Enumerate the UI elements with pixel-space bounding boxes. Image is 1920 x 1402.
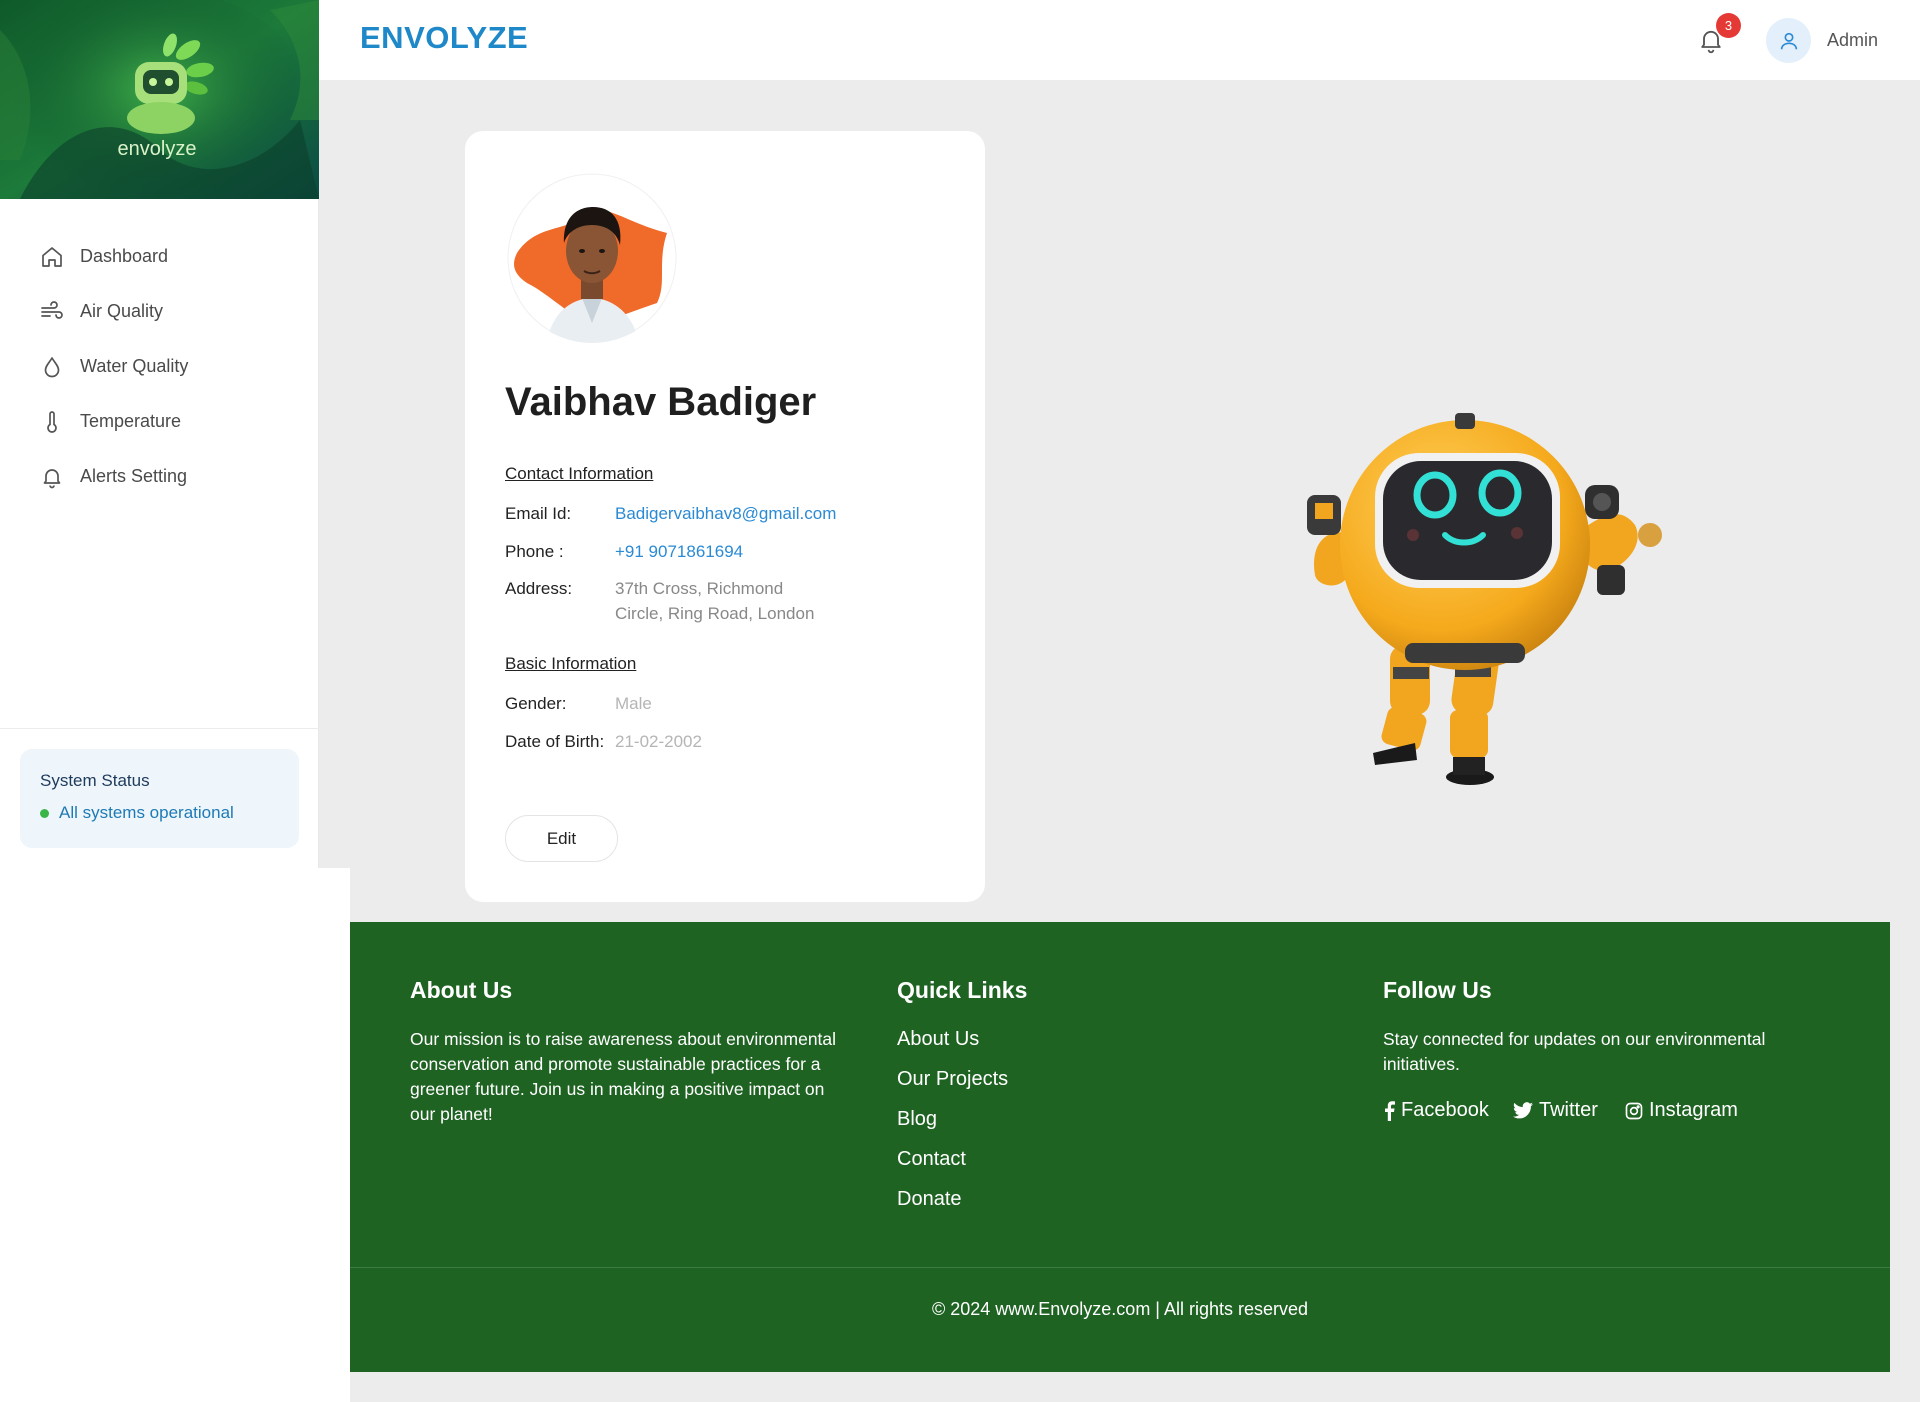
sidebar-nav: Dashboard Air Quality Water Quality Temp… [0,199,318,504]
sidebar-item-label: Alerts Setting [80,466,188,486]
email-label: Email Id: [505,504,572,523]
status-dot-icon [40,808,49,818]
brand-title[interactable]: ENVOLYZE [360,20,528,56]
footer-divider [350,1267,1890,1268]
copyright-text: © 2024 www.Envolyze.com | All rights res… [931,1299,1309,1319]
footer-link-contact[interactable]: Contact [897,1148,966,1171]
footer-about-heading: About Us [410,977,513,1003]
instagram-link[interactable]: Instagram [1625,1099,1738,1122]
profile-name: Vaibhav Badiger [505,380,817,424]
top-header: ENVOLYZE 3 Admin [319,0,1920,80]
sidebar-item-label: Dashboard [80,246,169,266]
facebook-icon [1385,1100,1395,1121]
footer-link-donate[interactable]: Donate [897,1188,962,1211]
sidebar-item-label: Air Quality [80,301,164,321]
instagram-label: Instagram [1649,1099,1738,1121]
sidebar-divider [0,728,319,729]
user-name[interactable]: Admin [1827,30,1878,51]
address-line-1: 37th Cross, Richmond [615,579,784,598]
sidebar: envolyze Dashboard Air Quality Water Qua… [0,0,319,868]
sidebar-item-temperature[interactable]: Temperature [0,394,318,449]
wind-icon [40,300,64,324]
gender-label: Gender: [505,694,567,713]
status-row: All systems operational [40,803,279,823]
gender-value: Male [615,694,652,713]
footer-link-blog[interactable]: Blog [897,1108,937,1131]
email-value[interactable]: Badigervaibhav8@gmail.com [615,501,836,526]
dob-value: 21-02-2002 [615,732,702,751]
footer-link-about-us[interactable]: About Us [897,1028,979,1051]
droplet-icon [40,355,64,379]
phone-value[interactable]: +91 9071861694 [615,539,743,564]
sidebar-item-alerts-setting[interactable]: Alerts Setting [0,449,318,504]
profile-card: Vaibhav Badiger Contact Information Emai… [465,131,985,902]
status-title: System Status [40,771,150,790]
thermometer-icon [40,410,64,434]
twitter-icon [1513,1102,1533,1119]
basic-info-heading: Basic Information [505,654,637,673]
address-label: Address: [505,579,573,598]
address-line-2: Circle, Ring Road, London [615,604,815,623]
dob-label: Date of Birth: [505,732,605,751]
sidebar-item-water-quality[interactable]: Water Quality [0,339,318,394]
facebook-label: Facebook [1401,1099,1489,1121]
phone-label: Phone : [505,542,564,561]
sidebar-item-label: Temperature [80,411,182,431]
twitter-link[interactable]: Twitter [1513,1099,1598,1122]
home-icon [40,245,64,269]
twitter-label: Twitter [1539,1099,1598,1121]
footer-follow-heading: Follow Us [1383,977,1492,1003]
footer-links-heading: Quick Links [897,977,1028,1003]
sidebar-item-label: Water Quality [80,356,189,376]
user-avatar[interactable] [1766,18,1811,63]
sidebar-background [0,868,350,1402]
envolyze-logo[interactable]: envolyze [0,0,319,199]
profile-photo [507,173,677,343]
bell-icon [40,465,64,489]
robot-illustration [1255,385,1675,795]
footer-link-our-projects[interactable]: Our Projects [897,1068,1008,1091]
footer-about-text: Our mission is to raise awareness about … [410,1029,837,1124]
system-status-card: System Status All systems operational [20,749,299,848]
sidebar-item-air-quality[interactable]: Air Quality [0,284,318,339]
facebook-link[interactable]: Facebook [1383,1099,1489,1122]
contact-info-heading: Contact Information [505,464,654,483]
edit-button[interactable]: Edit [505,815,618,862]
footer-follow-text: Stay connected for updates on our enviro… [1383,1029,1766,1074]
status-text: All systems operational [59,803,234,822]
site-footer: About Us Our mission is to raise awarene… [350,922,1890,1372]
sidebar-item-dashboard[interactable]: Dashboard [0,229,318,284]
notification-badge: 3 [1716,13,1741,38]
instagram-icon [1625,1102,1643,1119]
logo-text: envolyze [118,138,197,160]
